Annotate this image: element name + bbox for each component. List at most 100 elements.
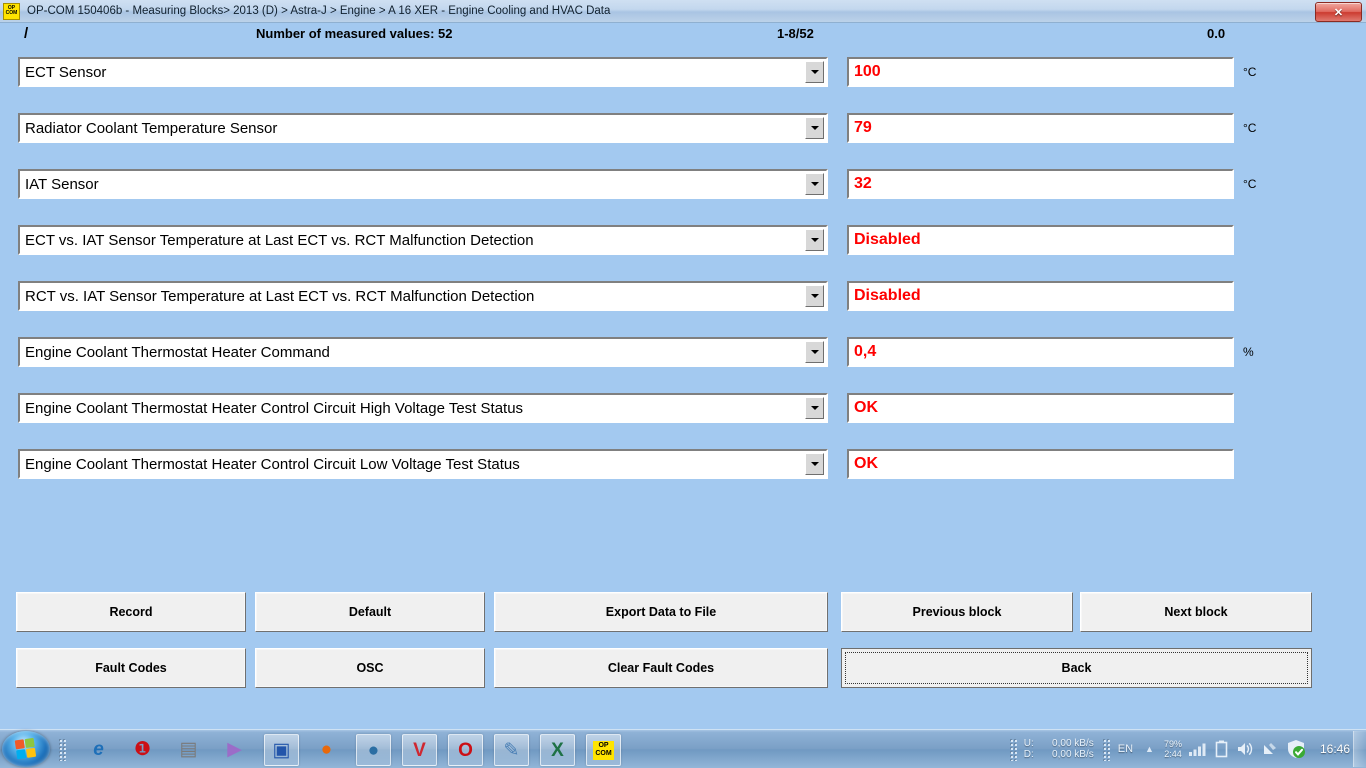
value-field-7: OK bbox=[847, 393, 1234, 423]
previous-block-button[interactable]: Previous block bbox=[841, 592, 1073, 632]
fault-codes-button[interactable]: Fault Codes bbox=[16, 648, 246, 688]
parameter-select-5[interactable]: RCT vs. IAT Sensor Temperature at Last E… bbox=[18, 281, 828, 311]
parameter-label: Engine Coolant Thermostat Heater Control… bbox=[25, 400, 524, 417]
mouse-pointer-settings-icon[interactable] bbox=[1261, 740, 1279, 758]
back-button-label: Back bbox=[1061, 661, 1092, 675]
activity-indicator: / bbox=[24, 25, 29, 42]
measurement-row: ECT vs. IAT Sensor Temperature at Last E… bbox=[0, 216, 1366, 272]
value-text: OK bbox=[854, 399, 878, 416]
window-title: OP-COM 150406b - Measuring Blocks> 2013 … bbox=[27, 5, 611, 17]
measurement-row: Engine Coolant Thermostat Heater Control… bbox=[0, 440, 1366, 496]
chevron-down-icon[interactable] bbox=[805, 229, 824, 251]
parameter-select-3[interactable]: IAT Sensor bbox=[18, 169, 828, 199]
opcom-icon-top-text: OP bbox=[598, 742, 609, 749]
opcom-app-icon: OP COM bbox=[3, 2, 20, 20]
taskbar-clock[interactable]: 16:46 bbox=[1320, 742, 1350, 756]
parameter-label: ECT vs. IAT Sensor Temperature at Last E… bbox=[25, 232, 534, 249]
parameter-label: IAT Sensor bbox=[25, 176, 99, 193]
parameter-select-1[interactable]: ECT Sensor bbox=[18, 57, 828, 87]
security-shield-icon[interactable] bbox=[1286, 739, 1306, 759]
measurement-row: ECT Sensor 100 °C bbox=[0, 48, 1366, 104]
battery-status-text: 79% 2:44 bbox=[1164, 739, 1182, 759]
signal-strength-icon[interactable] bbox=[1188, 741, 1208, 757]
thunderbird-icon[interactable]: ● bbox=[356, 734, 391, 766]
application-window: OP COM OP-COM 150406b - Measuring Blocks… bbox=[0, 0, 1366, 768]
record-button[interactable]: Record bbox=[16, 592, 246, 632]
show-desktop-button[interactable] bbox=[1353, 731, 1366, 767]
chevron-down-icon[interactable] bbox=[805, 341, 824, 363]
unit-label-3: °C bbox=[1243, 177, 1257, 191]
chevron-down-icon[interactable] bbox=[805, 61, 824, 83]
osc-button[interactable]: OSC bbox=[255, 648, 485, 688]
measurement-row: Radiator Coolant Temperature Sensor 79 °… bbox=[0, 104, 1366, 160]
chevron-down-icon[interactable] bbox=[805, 397, 824, 419]
chevron-down-icon[interactable] bbox=[805, 173, 824, 195]
toolbar-grip-handle-1[interactable] bbox=[58, 738, 67, 761]
block-range-indicator: 1-8/52 bbox=[777, 26, 814, 41]
value-field-3: 32 bbox=[847, 169, 1234, 199]
notes-app-icon[interactable]: ▤ bbox=[172, 734, 205, 764]
measurement-row: Engine Coolant Thermostat Heater Control… bbox=[0, 384, 1366, 440]
chevron-down-icon[interactable] bbox=[805, 285, 824, 307]
value-field-1: 100 bbox=[847, 57, 1234, 87]
parameter-label: Engine Coolant Thermostat Heater Control… bbox=[25, 456, 520, 473]
show-hidden-icons-button[interactable]: ▲ bbox=[1145, 744, 1154, 754]
opcom-icon-bottom-text: COM bbox=[595, 750, 612, 757]
windows-taskbar: e ❶ ▤ ▶ ▣ ● ● V O ✎ X OP COM U: D: 0,00 … bbox=[0, 729, 1366, 768]
default-button[interactable]: Default bbox=[255, 592, 485, 632]
vivaldi-icon[interactable]: V bbox=[402, 734, 437, 766]
upload-label: U: bbox=[1023, 738, 1034, 749]
value-field-8: OK bbox=[847, 449, 1234, 479]
parameter-select-4[interactable]: ECT vs. IAT Sensor Temperature at Last E… bbox=[18, 225, 828, 255]
media-player-icon[interactable]: ▶ bbox=[218, 734, 251, 764]
parameter-select-6[interactable]: Engine Coolant Thermostat Heater Command bbox=[18, 337, 828, 367]
opcom-taskbar-icon[interactable]: OP COM bbox=[586, 734, 621, 766]
parameter-label: Radiator Coolant Temperature Sensor bbox=[25, 120, 278, 137]
download-label: D: bbox=[1023, 749, 1034, 760]
value-field-5: Disabled bbox=[847, 281, 1234, 311]
unit-label-6: % bbox=[1243, 345, 1254, 359]
parameter-select-7[interactable]: Engine Coolant Thermostat Heater Control… bbox=[18, 393, 828, 423]
chevron-down-icon[interactable] bbox=[805, 453, 824, 475]
battery-icon[interactable] bbox=[1215, 740, 1229, 758]
measurement-row: RCT vs. IAT Sensor Temperature at Last E… bbox=[0, 272, 1366, 328]
parameter-select-8[interactable]: Engine Coolant Thermostat Heater Control… bbox=[18, 449, 828, 479]
network-meter[interactable]: U: D: 0,00 kB/s 0,00 kB/s bbox=[1024, 738, 1094, 760]
upload-speed: 0,00 kB/s bbox=[1052, 738, 1094, 749]
parameter-select-2[interactable]: Radiator Coolant Temperature Sensor bbox=[18, 113, 828, 143]
battery-percent: 79% bbox=[1163, 739, 1182, 749]
title-bar: OP COM OP-COM 150406b - Measuring Blocks… bbox=[0, 0, 1366, 23]
internet-explorer-icon[interactable]: e bbox=[82, 734, 115, 764]
download-speed: 0,00 kB/s bbox=[1052, 749, 1094, 760]
next-block-button[interactable]: Next block bbox=[1080, 592, 1312, 632]
close-button[interactable]: ✕ bbox=[1315, 2, 1362, 22]
value-text: Disabled bbox=[854, 231, 921, 248]
volume-icon[interactable] bbox=[1236, 740, 1254, 758]
value-text: 79 bbox=[854, 119, 872, 136]
toolbar-grip-handle-2[interactable] bbox=[1008, 737, 1018, 761]
export-data-button[interactable]: Export Data to File bbox=[494, 592, 828, 632]
value-text: 32 bbox=[854, 175, 872, 192]
clear-fault-codes-button[interactable]: Clear Fault Codes bbox=[494, 648, 828, 688]
language-indicator[interactable]: EN bbox=[1118, 743, 1133, 755]
measured-values-count: Number of measured values: 52 bbox=[256, 26, 453, 41]
firefox-icon[interactable]: ● bbox=[310, 734, 343, 764]
value-field-6: 0,4 bbox=[847, 337, 1234, 367]
measuring-blocks-list: ECT Sensor 100 °C Radiator Coolant Tempe… bbox=[0, 48, 1366, 496]
chevron-down-icon[interactable] bbox=[805, 117, 824, 139]
value-text: 100 bbox=[854, 63, 881, 80]
value-text: Disabled bbox=[854, 287, 921, 304]
toolbar-grip-handle-3[interactable] bbox=[1101, 737, 1111, 761]
opera-icon[interactable]: O bbox=[448, 734, 483, 766]
value-field-2: 79 bbox=[847, 113, 1234, 143]
value-text: 0,4 bbox=[854, 343, 877, 360]
opera-legacy-icon[interactable]: ❶ bbox=[126, 734, 159, 764]
unit-label-1: °C bbox=[1243, 65, 1257, 79]
back-button[interactable]: Back bbox=[841, 648, 1312, 688]
paint-icon[interactable]: ✎ bbox=[494, 734, 529, 766]
start-button[interactable] bbox=[2, 731, 50, 767]
value-field-4: Disabled bbox=[847, 225, 1234, 255]
excel-icon[interactable]: X bbox=[540, 734, 575, 766]
measurement-row: Engine Coolant Thermostat Heater Command… bbox=[0, 328, 1366, 384]
save-floppy-icon[interactable]: ▣ bbox=[264, 734, 299, 766]
